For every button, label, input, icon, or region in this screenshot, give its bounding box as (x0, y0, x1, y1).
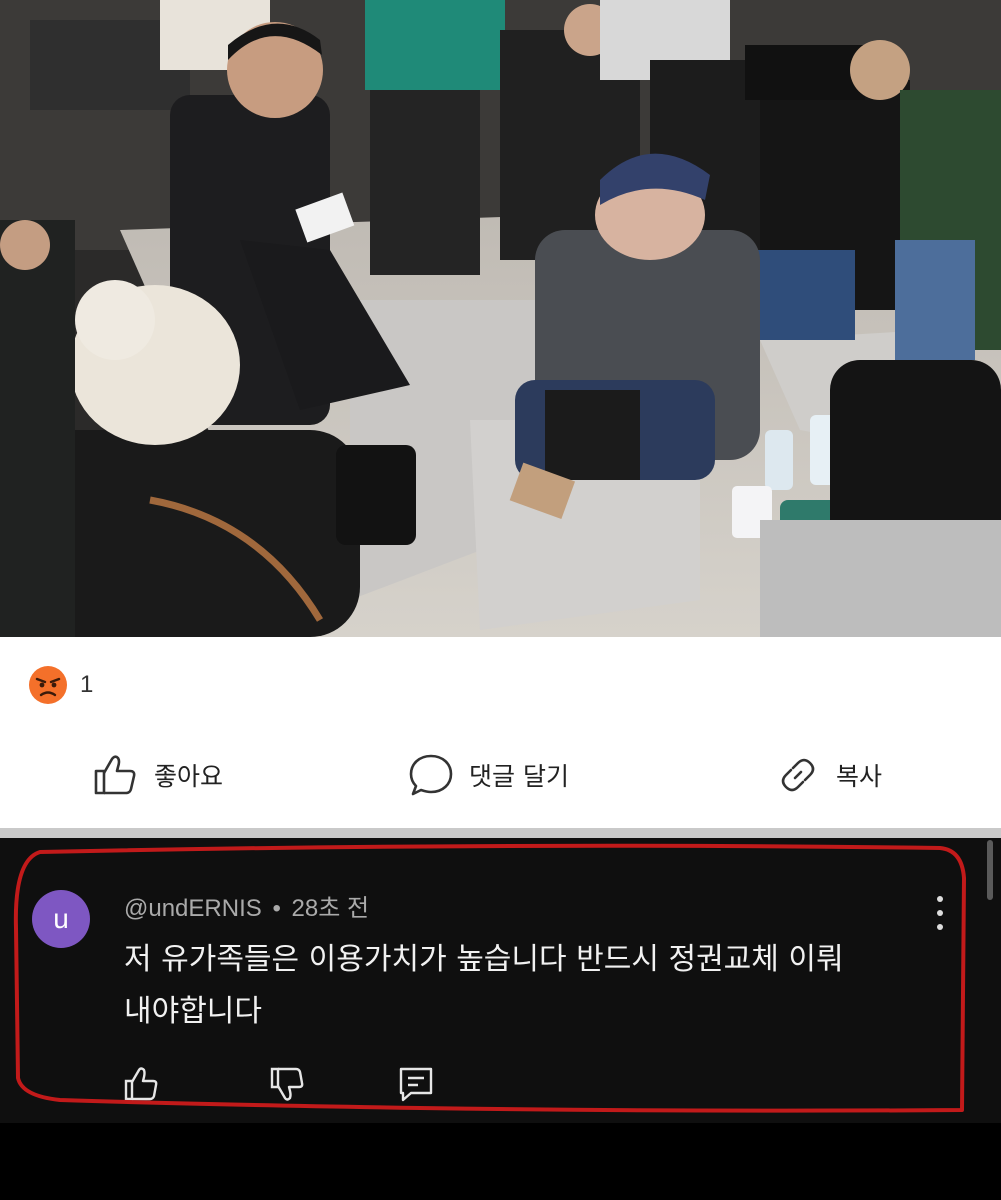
comment-text-line: 저 유가족들은 이용가치가 높습니다 반드시 정권교체 이뤄 (124, 942, 844, 977)
photo-illustration (0, 0, 1001, 637)
comment-bubble-icon (409, 754, 453, 796)
post-action-bar: 좋아요 댓글 달기 복사 (0, 747, 1001, 803)
thumbs-up-icon[interactable] (122, 1064, 162, 1104)
more-vert-icon[interactable] (930, 896, 950, 930)
news-photo[interactable] (0, 0, 1001, 637)
avatar[interactable]: u (32, 890, 90, 948)
bottom-margin (0, 1123, 1001, 1200)
comment-time: 28초 전 (291, 895, 370, 922)
comment-button[interactable]: 댓글 달기 (407, 747, 569, 803)
embedded-comment-screenshot: u @undERNIS • 28초 전 저 유가족들은 이용가치가 높습니다 반… (0, 838, 1001, 1123)
angry-face-icon (29, 666, 67, 704)
thumbs-up-icon (94, 755, 136, 795)
reaction-count: 1 (80, 671, 94, 698)
like-label: 좋아요 (154, 762, 224, 791)
like-button[interactable]: 좋아요 (92, 747, 223, 803)
post-footer: 1 좋아요 댓글 달기 복사 (0, 637, 1001, 830)
link-icon (781, 758, 815, 792)
comment-label: 댓글 달기 (469, 762, 569, 791)
thumbs-down-icon[interactable] (268, 1064, 308, 1104)
scrollbar[interactable] (987, 840, 993, 900)
comment-meta: @undERNIS • 28초 전 (124, 888, 369, 923)
comment-text-line: 내야합니다 (124, 994, 262, 1029)
reply-icon[interactable] (396, 1064, 436, 1104)
copy-link-button[interactable]: 복사 (774, 747, 882, 803)
meta-separator: • (272, 895, 281, 922)
reaction-summary[interactable]: 1 (28, 665, 93, 705)
copy-label: 복사 (836, 762, 883, 791)
comment-author[interactable]: @undERNIS (124, 895, 262, 922)
comment-text: 저 유가족들은 이용가치가 높습니다 반드시 정권교체 이뤄 내야합니다 (124, 934, 944, 1038)
section-divider (0, 828, 1001, 838)
